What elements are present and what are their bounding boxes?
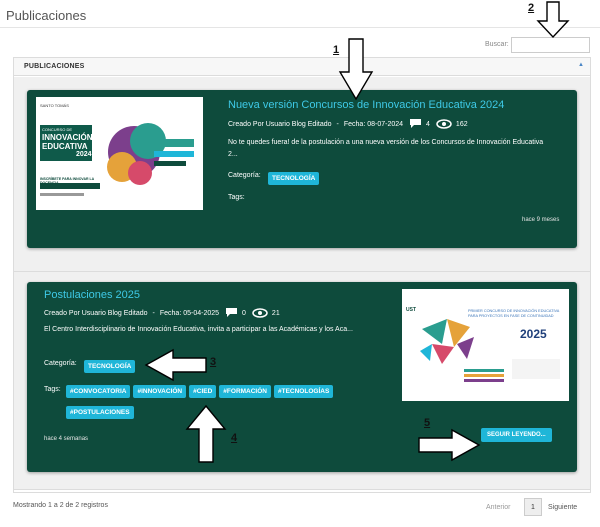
page-title: Publicaciones <box>6 8 87 23</box>
read-more-button[interactable]: SEGUIR LEYENDO... <box>481 428 552 442</box>
post-age: hace 4 semanas <box>44 436 89 442</box>
annotation-arrow-down-1 <box>338 38 374 101</box>
view-count: 162 <box>455 121 468 128</box>
thumb-heading-2: INNOVACIÓN <box>42 133 93 142</box>
comment-count: 4 <box>426 121 430 128</box>
post-card: SANTO TOMÁS CONCURSO DE INNOVACIÓN EDUCA… <box>27 90 577 248</box>
thumb-cta: INSCRÍBETE PARA INNOVAR LA DOCENCIA <box>40 177 95 185</box>
annotation-arrow-left-3 <box>144 348 207 382</box>
header-divider <box>0 27 600 28</box>
post-thumbnail[interactable]: UST PRIMER CONCURSO DE INNOVACIÓN EDUCAT… <box>402 289 569 401</box>
thumb-heading-1: CONCURSO DE <box>42 127 73 132</box>
thumb-heading: PRIMER CONCURSO DE INNOVACIÓN EDUCATIVA … <box>468 309 560 318</box>
category-label: Categoría: <box>228 172 261 179</box>
tag-chip[interactable]: #CONVOCATORIA <box>66 385 131 398</box>
comment-icon <box>225 307 238 320</box>
publications-panel: PUBLICACIONES ▲ SANTO TOMÁS CONCURSO DE … <box>13 57 591 493</box>
post-author: Creado Por Usuario Blog Editado <box>44 310 148 317</box>
thumbnail-graphic <box>402 289 569 401</box>
post-description: No te quedes fuera! de la postulación a … <box>228 139 544 158</box>
page-number-button[interactable]: 1 <box>524 498 542 516</box>
annotation-number: 5 <box>424 417 431 429</box>
comment-count: 0 <box>242 310 246 317</box>
thumb-brand: UST <box>406 307 416 313</box>
post-date: Fecha: 08-07-2024 <box>343 121 404 128</box>
category-row: TECNOLOGÍA <box>84 355 414 376</box>
search-label: Buscar: <box>485 41 509 48</box>
annotation-number: 1 <box>333 44 340 56</box>
category-tag[interactable]: TECNOLOGÍA <box>268 172 320 185</box>
records-info: Mostrando 1 a 2 de 2 registros <box>13 502 108 509</box>
post-title-link[interactable]: Postulaciones 2025 <box>44 289 140 301</box>
post-card: Postulaciones 2025 Creado Por Usuario Bl… <box>27 282 577 472</box>
tag-chip[interactable]: #FORMACIÓN <box>219 385 271 398</box>
category-tag[interactable]: TECNOLOGÍA <box>84 360 136 373</box>
post-row: SANTO TOMÁS CONCURSO DE INNOVACIÓN EDUCA… <box>14 77 590 272</box>
post-row: Postulaciones 2025 Creado Por Usuario Bl… <box>14 272 590 490</box>
annotation-arrow-up-4 <box>185 404 227 463</box>
panel-title: PUBLICACIONES <box>24 63 85 70</box>
tag-chip[interactable]: #INNOVACIÓN <box>133 385 187 398</box>
annotation-number: 3 <box>210 356 217 368</box>
post-title-link[interactable]: Nueva versión Concursos de Innovación Ed… <box>228 99 504 111</box>
thumb-year: 2025 <box>520 327 547 341</box>
annotation-arrow-right-5 <box>418 428 481 462</box>
post-date: Fecha: 05-04-2025 <box>159 310 220 317</box>
tag-chip[interactable]: #POSTULACIONES <box>66 406 134 419</box>
thumb-heading-3: EDUCATIVA <box>42 142 88 151</box>
post-author: Creado Por Usuario Blog Editado <box>228 121 332 128</box>
category-label: Categoría: <box>44 360 77 367</box>
tag-chip[interactable]: #TECNOLOGÍAS <box>274 385 334 398</box>
search-input[interactable] <box>511 37 590 53</box>
post-meta: Creado Por Usuario Blog Editado - Fecha:… <box>228 118 468 131</box>
annotation-number: 2 <box>528 2 535 14</box>
thumb-brand: SANTO TOMÁS <box>40 103 69 108</box>
post-age: hace 9 meses <box>522 217 560 223</box>
post-thumbnail[interactable]: SANTO TOMÁS CONCURSO DE INNOVACIÓN EDUCA… <box>36 97 203 210</box>
annotation-arrow-down-2 <box>536 1 570 39</box>
eye-icon <box>436 118 452 131</box>
thumbnail-graphic <box>36 97 203 210</box>
eye-icon <box>252 307 268 320</box>
comment-icon <box>409 118 422 131</box>
annotation-number: 4 <box>231 432 238 444</box>
post-meta: Creado Por Usuario Blog Editado - Fecha:… <box>44 307 280 320</box>
tags-label: Tags: <box>44 386 61 393</box>
view-count: 21 <box>271 310 280 317</box>
collapse-caret-icon[interactable]: ▲ <box>578 62 584 68</box>
tag-chip[interactable]: #CIED <box>189 385 217 398</box>
next-page-button[interactable]: Siguiente <box>548 504 577 511</box>
prev-page-button[interactable]: Anterior <box>486 504 511 511</box>
tags-label: Tags: <box>228 194 245 201</box>
category-row: TECNOLOGÍA <box>268 167 598 188</box>
panel-header: PUBLICACIONES ▲ <box>14 58 590 76</box>
post-description: El Centro Interdisciplinario de Innovaci… <box>44 326 353 333</box>
thumb-year: 2024 <box>76 151 92 158</box>
